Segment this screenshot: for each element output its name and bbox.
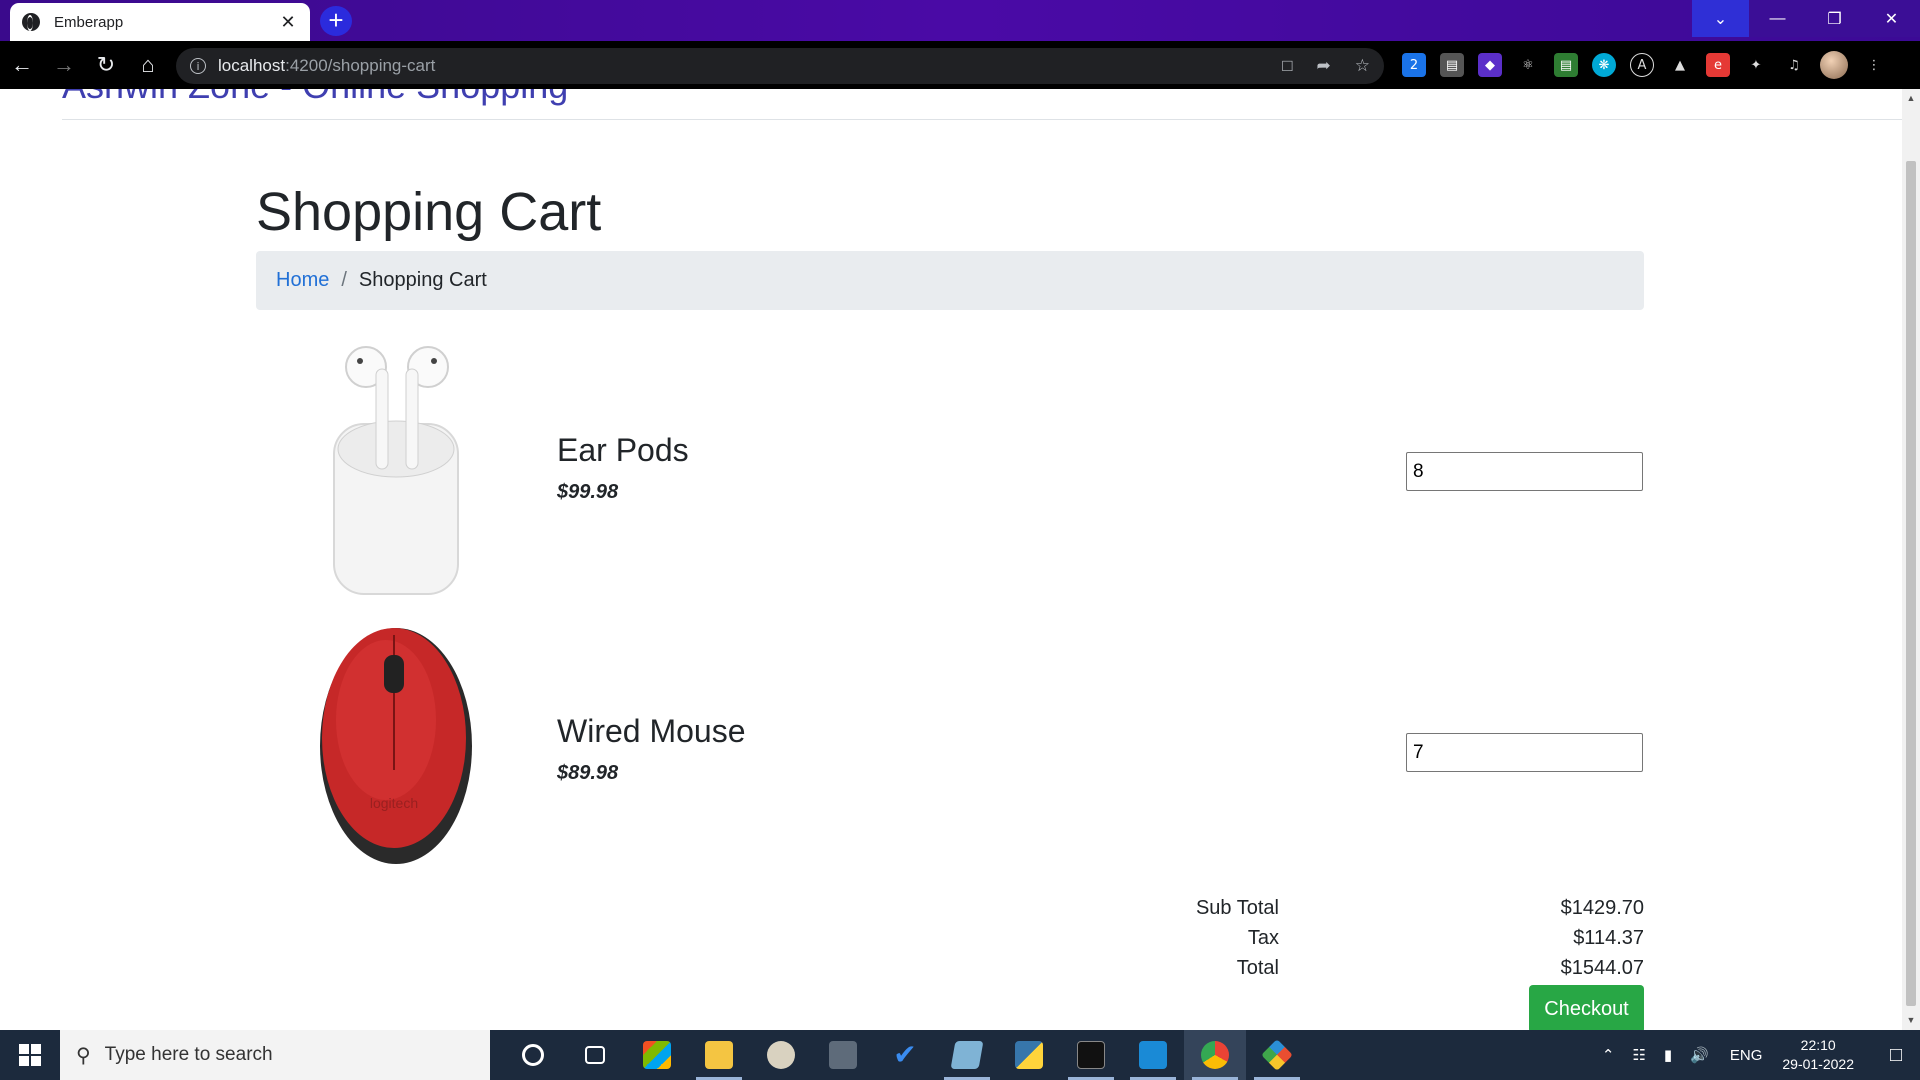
item-price: $99.98 (557, 481, 619, 503)
extensions-puzzle-icon[interactable]: ✦ (1744, 53, 1768, 77)
scroll-thumb[interactable] (1906, 161, 1916, 1006)
ember-inspector-icon[interactable]: e (1706, 53, 1730, 77)
search-icon: ⚲ (76, 1043, 91, 1067)
extension-icon[interactable]: ◆ (1478, 53, 1502, 77)
mouse-image: logitech (320, 628, 472, 864)
scroll-down-arrow-icon[interactable]: ▼ (1906, 1015, 1916, 1025)
extensions-row: 2 ▤ ◆ ⚛ ▤ ❋ A ▲ e ✦ ♫ ⋮ (1402, 51, 1886, 79)
translate-icon[interactable]: □ (1282, 56, 1292, 76)
cart-item: logitech Wired Mouse $89.98 (256, 620, 1644, 880)
battery-icon[interactable]: ▮ (1664, 1046, 1672, 1064)
total-value: $1544.07 (1560, 957, 1644, 979)
page-viewport: Ashwin Zone - Online Shopping Shopping C… (0, 89, 1902, 1030)
media-control-icon[interactable]: ♫ (1782, 53, 1806, 77)
extension-icon[interactable]: ▲ (1668, 53, 1692, 77)
clock[interactable]: 22:10 29-01-2022 (1782, 1036, 1854, 1074)
cortana-icon[interactable] (502, 1030, 564, 1080)
breadcrumb: Home / Shopping Cart (256, 251, 1644, 310)
cart-item: Ear Pods $99.98 (256, 339, 1644, 599)
browser-toolbar: ← → ↻ ⌂ i localhost:4200/shopping-cart □… (0, 41, 1920, 89)
close-window-button[interactable]: ✕ (1863, 0, 1920, 37)
tab-close-icon[interactable]: ✕ (278, 12, 298, 33)
restore-button[interactable]: ❐ (1806, 0, 1863, 37)
item-name: Wired Mouse (557, 713, 746, 749)
volume-icon[interactable]: 🔊 (1690, 1046, 1709, 1064)
extension-icon[interactable]: ▤ (1554, 53, 1578, 77)
profile-avatar[interactable] (1820, 51, 1848, 79)
address-bar[interactable]: i localhost:4200/shopping-cart □ ➦ ☆ (176, 48, 1384, 84)
menu-kebab-icon[interactable]: ⋮ (1862, 53, 1886, 77)
store-icon[interactable] (626, 1030, 688, 1080)
page-scrollbar[interactable]: ▲ ▼ (1902, 89, 1920, 1030)
back-arrow-icon[interactable]: ← (2, 45, 42, 85)
python-idle-icon[interactable] (998, 1030, 1060, 1080)
browser-tab-strip: Emberapp ✕ + ⌄ — ❐ ✕ (0, 0, 1920, 41)
tax-label: Tax (1247, 927, 1279, 949)
forward-arrow-icon[interactable]: → (44, 45, 84, 85)
tab-search-icon[interactable]: ⌄ (1692, 0, 1749, 37)
breadcrumb-home-link[interactable]: Home (276, 269, 329, 292)
chevron-up-icon[interactable]: ⌃ (1602, 1046, 1615, 1064)
quantity-input[interactable] (1406, 733, 1643, 772)
wifi-icon[interactable]: ☷ (1632, 1046, 1645, 1064)
share-icon[interactable]: ➦ (1317, 56, 1331, 76)
windows-taskbar: ⚲ Type here to search ✔ ⌃ ☷ ▮ 🔊 ENG 22:1… (0, 1030, 1920, 1080)
subtotal-value: $1429.70 (1560, 897, 1644, 919)
item-price: $89.98 (557, 762, 619, 784)
calculator-icon[interactable] (812, 1030, 874, 1080)
new-tab-button[interactable]: + (320, 6, 352, 36)
bookmark-star-icon[interactable]: ☆ (1355, 56, 1370, 76)
total-label: Total (1236, 957, 1279, 979)
extension-icon[interactable]: ❋ (1592, 53, 1616, 77)
item-name: Ear Pods (557, 432, 689, 468)
terminal-icon[interactable] (1060, 1030, 1122, 1080)
system-tray: ⌃ ☷ ▮ 🔊 ENG 22:10 29-01-2022 □ (1593, 1030, 1920, 1080)
clock-date: 29-01-2022 (1782, 1056, 1854, 1072)
minimize-button[interactable]: — (1749, 0, 1806, 37)
tax-value: $114.37 (1573, 927, 1644, 949)
paint-icon[interactable] (750, 1030, 812, 1080)
vscode-icon[interactable] (1122, 1030, 1184, 1080)
extension-icon[interactable]: A (1630, 53, 1654, 77)
url-host: localhost (218, 56, 286, 75)
language-indicator[interactable]: ENG (1730, 1047, 1763, 1064)
checkout-button[interactable]: Checkout (1529, 985, 1644, 1030)
windows-logo-icon (19, 1044, 41, 1066)
extension-icon[interactable]: 2 (1402, 53, 1426, 77)
taskbar-apps: ✔ (502, 1030, 1308, 1080)
git-icon[interactable] (1246, 1030, 1308, 1080)
svg-text:logitech: logitech (370, 795, 418, 811)
file-explorer-icon[interactable] (688, 1030, 750, 1080)
scroll-up-arrow-icon[interactable]: ▲ (1906, 93, 1916, 103)
quantity-input[interactable] (1406, 452, 1643, 491)
taskbar-search-box[interactable]: ⚲ Type here to search (60, 1030, 490, 1080)
site-info-icon[interactable]: i (190, 58, 206, 74)
chrome-icon[interactable] (1184, 1030, 1246, 1080)
tab-title: Emberapp (54, 13, 124, 31)
globe-icon (22, 13, 40, 31)
browser-tab[interactable]: Emberapp ✕ (10, 3, 310, 41)
start-button[interactable] (0, 1030, 60, 1080)
extension-icon[interactable]: ▤ (1440, 53, 1464, 77)
page-title: Shopping Cart (256, 182, 602, 242)
reload-icon[interactable]: ↻ (86, 45, 126, 85)
subtotal-label: Sub Total (1195, 897, 1279, 919)
home-icon[interactable]: ⌂ (128, 45, 168, 85)
clock-time: 22:10 (1800, 1037, 1836, 1053)
breadcrumb-separator: / (341, 269, 347, 291)
task-view-icon[interactable] (564, 1030, 626, 1080)
earpods-image (333, 346, 459, 595)
notification-icon[interactable]: □ (1872, 1030, 1920, 1080)
search-placeholder: Type here to search (104, 1044, 273, 1065)
breadcrumb-current: Shopping Cart (358, 269, 487, 291)
url-path: :4200/shopping-cart (285, 56, 436, 75)
react-devtools-icon[interactable]: ⚛ (1516, 53, 1540, 77)
notes-icon[interactable] (936, 1030, 998, 1080)
window-controls: ⌄ — ❐ ✕ (1692, 0, 1920, 37)
site-brand[interactable]: Ashwin Zone - Online Shopping (62, 89, 568, 107)
todo-icon[interactable]: ✔ (874, 1030, 936, 1080)
header-divider (62, 119, 1902, 120)
